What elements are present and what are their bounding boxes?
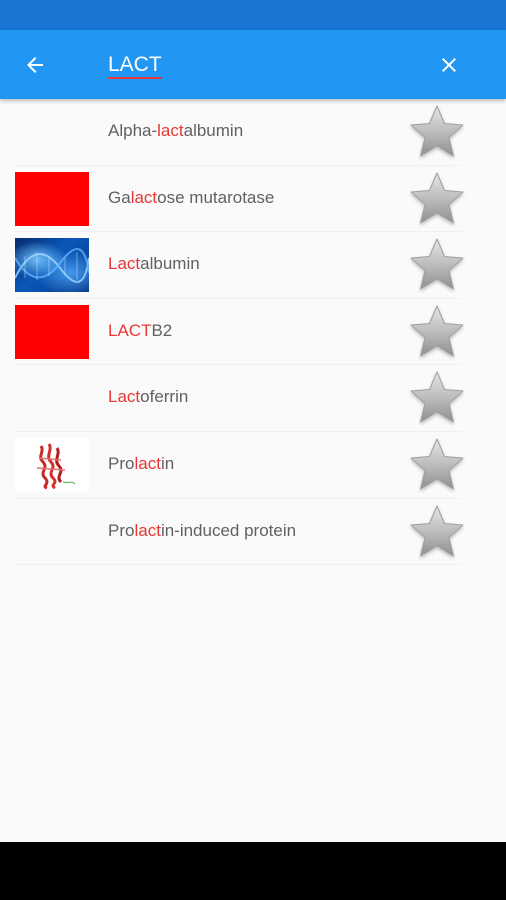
favorite-star-icon[interactable] <box>408 369 466 427</box>
list-item[interactable]: Galactose mutarotase <box>0 166 506 233</box>
result-label: Lactalbumin <box>108 254 200 274</box>
result-thumbnail <box>15 304 89 359</box>
clear-search-button[interactable] <box>428 44 470 86</box>
favorite-star-icon[interactable] <box>408 170 466 228</box>
result-thumbnail <box>15 437 89 492</box>
list-item[interactable]: Lactalbumin <box>0 232 506 299</box>
protein-structure-image <box>36 443 76 490</box>
status-bar <box>0 0 506 30</box>
favorite-star-icon[interactable] <box>408 303 466 361</box>
search-input[interactable] <box>108 50 408 80</box>
results-list: Alpha-lactalbumin Galactose mutarotase L… <box>0 99 506 566</box>
list-item[interactable]: Lactoferrin <box>0 365 506 432</box>
list-item[interactable]: Prolactin-induced protein <box>0 499 506 566</box>
close-icon <box>442 58 456 72</box>
search-app-bar <box>0 30 506 99</box>
result-label: Alpha-lactalbumin <box>108 121 244 140</box>
list-item[interactable]: LACTB2 <box>0 299 506 366</box>
dna-helix-image <box>15 248 89 284</box>
favorite-star-icon[interactable] <box>408 103 466 161</box>
navigation-bar <box>0 842 506 900</box>
back-button[interactable] <box>14 44 56 86</box>
divider <box>15 564 462 566</box>
result-label: LACTB2 <box>108 320 173 340</box>
result-thumbnail <box>15 238 89 293</box>
result-label: Galactose mutarotase <box>108 187 275 207</box>
result-label: Prolactin-induced protein <box>108 520 297 540</box>
arrow-left-icon <box>27 57 43 73</box>
result-label: Lactoferrin <box>108 387 189 407</box>
favorite-star-icon[interactable] <box>408 436 466 494</box>
list-item[interactable]: Alpha-lactalbumin <box>0 99 506 166</box>
list-item[interactable]: Prolactin <box>0 432 506 499</box>
result-thumbnail <box>15 171 89 226</box>
result-label: Prolactin <box>108 453 175 473</box>
favorite-star-icon[interactable] <box>408 503 466 561</box>
favorite-star-icon[interactable] <box>408 236 466 294</box>
spellcheck-underline <box>108 77 162 79</box>
